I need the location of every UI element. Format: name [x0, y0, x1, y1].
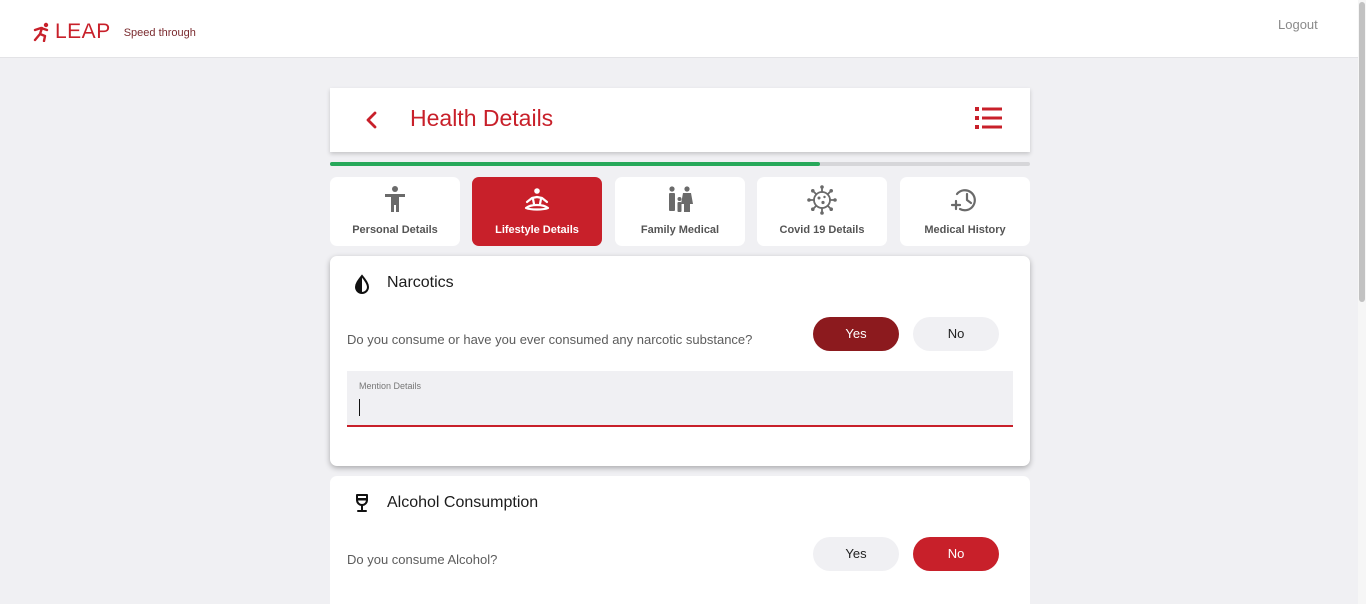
narcotics-no-button[interactable]: No — [913, 317, 999, 351]
tab-label: Medical History — [924, 224, 1006, 236]
alcohol-question: Do you consume Alcohol? — [347, 552, 498, 567]
progress-bar — [330, 162, 1030, 166]
tab-label: Family Medical — [640, 224, 720, 236]
top-bar: LEAP Speed through Logout — [0, 0, 1358, 58]
chevron-left-icon[interactable] — [360, 108, 384, 132]
narcotics-card: Narcotics Do you consume or have you eve… — [330, 256, 1030, 466]
wine-glass-icon — [356, 494, 368, 512]
brand-logo[interactable]: LEAP Speed through — [32, 20, 196, 44]
alcohol-title: Alcohol Consumption — [387, 494, 539, 511]
brand-tagline: Speed through — [123, 27, 196, 39]
tab-label: Covid 19 Details — [779, 224, 865, 236]
scrollbar-thumb[interactable] — [1359, 2, 1365, 302]
brand-name: LEAP — [55, 20, 111, 43]
alcohol-card: Alcohol Consumption Do you consume Alcoh… — [330, 476, 1030, 604]
page-header: Health Details — [330, 88, 1030, 152]
meditation-icon — [524, 188, 550, 211]
history-icon — [950, 189, 976, 212]
half-drop-icon — [354, 274, 370, 294]
mention-details-label: Mention Details — [359, 381, 422, 391]
tab-personal-details[interactable]: Personal Details — [330, 177, 460, 246]
text-cursor — [359, 399, 360, 416]
alcohol-yes-button[interactable]: Yes — [813, 537, 899, 571]
tab-covid-19-details[interactable]: Covid 19 Details — [757, 177, 887, 246]
tab-lifestyle-details[interactable]: Lifestyle Details — [472, 177, 602, 246]
section-tabs: Personal Details Lifestyle Details Famil… — [330, 177, 1030, 246]
logout-link[interactable]: Logout — [1278, 17, 1318, 32]
tab-label: Lifestyle Details — [495, 224, 579, 236]
person-icon — [385, 186, 405, 212]
mention-details-field[interactable]: Mention Details — [347, 371, 1013, 427]
tab-medical-history[interactable]: Medical History — [900, 177, 1030, 246]
page-title: Health Details — [410, 105, 554, 131]
alcohol-no-button[interactable]: No — [913, 537, 999, 571]
narcotics-title: Narcotics — [387, 274, 454, 291]
family-icon — [669, 186, 693, 212]
page-scrollbar[interactable] — [1358, 0, 1366, 604]
tab-label: Personal Details — [352, 224, 438, 236]
mention-details-input[interactable] — [357, 397, 997, 419]
tab-family-medical[interactable]: Family Medical — [615, 177, 745, 246]
narcotics-yes-button[interactable]: Yes — [813, 317, 899, 351]
runner-icon — [33, 22, 49, 42]
virus-icon — [807, 185, 837, 215]
progress-fill — [330, 162, 820, 166]
narcotics-question: Do you consume or have you ever consumed… — [347, 332, 753, 347]
list-menu-icon[interactable] — [975, 105, 1005, 131]
